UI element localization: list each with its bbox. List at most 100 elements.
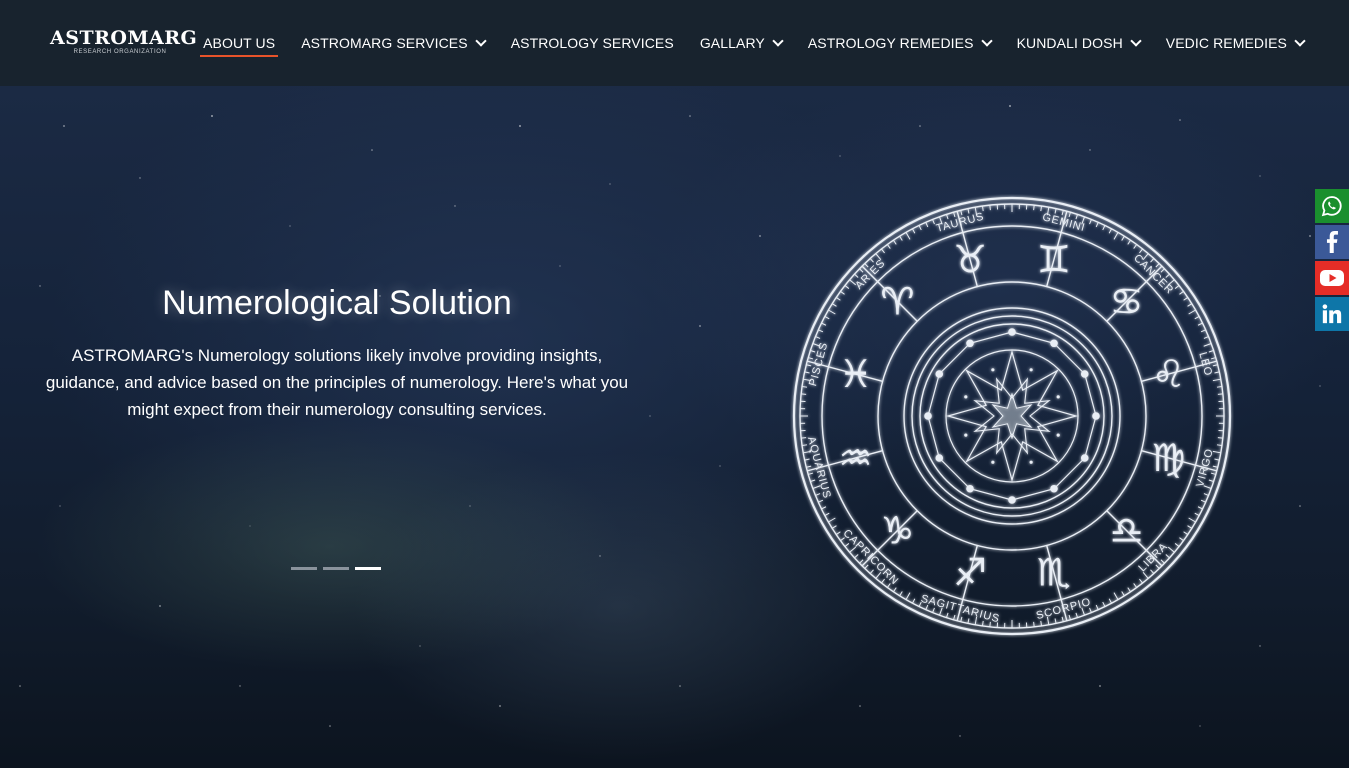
- nav-item-about-us[interactable]: ABOUT US: [190, 0, 288, 86]
- wheel-tick: [982, 205, 984, 212]
- inner-node: [1080, 454, 1089, 462]
- social-sidebar: [1315, 189, 1349, 333]
- wheel-tick: [946, 214, 949, 220]
- inner-dot: [991, 460, 995, 464]
- wheel-tick: [1197, 506, 1203, 510]
- wheel-tick: [864, 564, 869, 569]
- wheel-tick: [1174, 543, 1180, 547]
- wheel-tick: [840, 290, 845, 295]
- wheel-tick: [912, 598, 916, 604]
- wheel-tick: [1127, 587, 1131, 593]
- nav-item-kundali-dosh[interactable]: KUNDALI DOSH: [1004, 0, 1153, 86]
- zodiac-glyph-icon: ♓︎: [838, 352, 872, 396]
- inner-node: [966, 484, 974, 493]
- wheel-tick: [960, 210, 963, 216]
- wheel-tick: [1179, 290, 1184, 295]
- wheel-tick: [1214, 458, 1220, 461]
- inner-dot: [964, 433, 968, 437]
- nav-item-gallary[interactable]: GALLARY: [687, 0, 795, 86]
- wheel-tick: [815, 493, 821, 496]
- wheel-tick: [869, 569, 874, 574]
- wheel-tick: [869, 258, 874, 263]
- wheel-tick: [1208, 479, 1214, 482]
- wheel-tick: [886, 244, 891, 249]
- wheel-tick: [1160, 559, 1165, 564]
- wheel-tick: [1160, 268, 1165, 273]
- site-logo[interactable]: ASTROMARG RESEARCH ORGANIZATION: [50, 27, 197, 55]
- wheel-tick: [810, 350, 816, 353]
- whatsapp-button[interactable]: [1315, 189, 1349, 223]
- facebook-icon: [1326, 231, 1338, 253]
- slider-dot-2[interactable]: [323, 567, 349, 570]
- wheel-tick: [1033, 621, 1035, 627]
- wheel-tick: [821, 506, 827, 510]
- wheel-tick: [1075, 214, 1078, 220]
- zodiac-sign-label: LEO: [1196, 351, 1214, 378]
- wheel-tick: [899, 591, 903, 597]
- chevron-down-icon: [772, 35, 784, 47]
- inner-node: [1080, 370, 1089, 378]
- wheel-tick: [1040, 205, 1042, 212]
- wheel-tick: [1089, 607, 1092, 613]
- zodiac-glyph-icon: ♋︎: [1110, 279, 1144, 323]
- zodiac-wheel-image: TAURUS♉︎GEMINI♊︎ CANCER♋︎LEO♌︎VIRGO♍︎LIBR…: [792, 196, 1232, 636]
- slider-dot-3[interactable]: [355, 567, 381, 570]
- nav-item-astrology-services[interactable]: ASTROLOGY SERVICES: [498, 0, 687, 86]
- wheel-tick: [1188, 309, 1196, 315]
- wheel-tick: [818, 329, 824, 333]
- wheel-tick: [1089, 219, 1092, 225]
- facebook-button[interactable]: [1315, 225, 1349, 259]
- slider-dot-1[interactable]: [291, 567, 317, 570]
- logo-tagline: RESEARCH ORGANIZATION: [73, 49, 167, 55]
- nav-item-label: ABOUT US: [203, 35, 276, 51]
- wheel-tick: [905, 592, 911, 600]
- wheel-tick: [946, 612, 949, 618]
- wheel-tick: [1208, 350, 1214, 353]
- zodiac-glyph-icon: ♑︎: [880, 509, 914, 553]
- inner-node: [1050, 484, 1058, 493]
- nav-item-astrology-remedies[interactable]: ASTROLOGY REMEDIES: [795, 0, 1004, 86]
- wheel-tick: [1183, 531, 1189, 535]
- slider-indicators: [291, 567, 381, 570]
- wheel-tick: [821, 322, 827, 326]
- linkedin-button[interactable]: [1315, 297, 1349, 331]
- wheel-tick: [864, 263, 869, 268]
- wheel-tick: [881, 248, 885, 254]
- wheel-tick: [1150, 258, 1155, 263]
- wheel-tick: [1040, 620, 1042, 627]
- wheel-tick: [1068, 212, 1071, 218]
- wheel-tick: [982, 620, 984, 627]
- nav-item-label: GALLARY: [699, 35, 765, 51]
- wheel-tick: [1061, 210, 1064, 216]
- wheel-tick: [1165, 273, 1170, 278]
- chevron-down-icon: [1130, 35, 1142, 47]
- wheel-tick: [824, 512, 830, 516]
- wheel-tick: [831, 525, 837, 529]
- inner-node: [935, 454, 944, 462]
- inner-dot: [991, 368, 995, 372]
- linkedin-icon: [1322, 304, 1342, 324]
- wheel-tick: [925, 222, 929, 228]
- wheel-tick: [881, 578, 885, 584]
- wheel-tick: [808, 472, 814, 475]
- hero-slider: Numerological Solution ASTROMARG's Numer…: [0, 86, 1349, 768]
- wheel-tick: [859, 559, 864, 564]
- nav-item-astromarg-services[interactable]: ASTROMARG SERVICES: [288, 0, 497, 86]
- wheel-tick: [844, 543, 850, 547]
- wheel-tick: [1217, 437, 1223, 439]
- wheel-tick: [828, 309, 836, 315]
- wheel-tick: [844, 285, 850, 289]
- inner-node: [1008, 496, 1016, 504]
- wheel-tick: [1155, 564, 1160, 569]
- wheel-tick: [1075, 612, 1078, 618]
- wheel-tick: [967, 208, 970, 214]
- wheel-tick: [815, 336, 821, 339]
- wheel-tick: [1033, 205, 1035, 211]
- wheel-tick: [918, 225, 922, 231]
- inner-node: [1050, 339, 1058, 348]
- nav-item-vedic-remedies[interactable]: VEDIC REMEDIES: [1153, 0, 1317, 86]
- zodiac-sign-label: SAGITTARIUS: [919, 593, 1001, 626]
- wheel-tick: [1127, 239, 1131, 245]
- youtube-button[interactable]: [1315, 261, 1349, 295]
- wheel-tick: [1095, 222, 1099, 228]
